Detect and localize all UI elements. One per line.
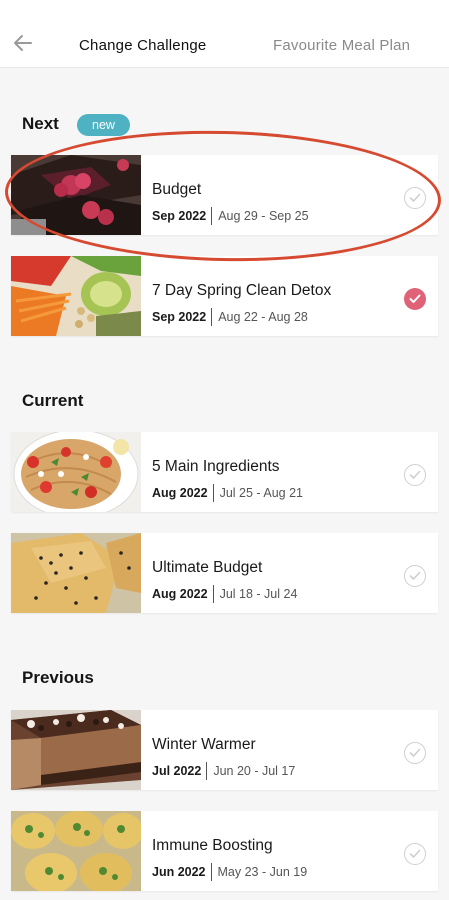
back-arrow-icon	[14, 35, 32, 51]
new-badge: new	[77, 114, 130, 136]
card-meta: Sep 2022 Aug 22 - Aug 28	[152, 308, 308, 326]
card-title: 5 Main Ingredients	[152, 458, 280, 475]
card-title: 7 Day Spring Clean Detox	[152, 282, 332, 299]
challenge-card-budget[interactable]: Budget Sep 2022 Aug 29 - Sep 25	[11, 155, 438, 235]
card-meta: Aug 2022 Jul 25 - Aug 21	[152, 484, 303, 502]
card-meta: Jun 2022 May 23 - Jun 19	[152, 863, 307, 881]
card-title: Budget	[152, 181, 202, 198]
meta-divider	[211, 207, 213, 225]
card-month: Aug 2022	[152, 587, 208, 601]
challenge-card-ultimate-budget[interactable]: Ultimate Budget Aug 2022 Jul 18 - Jul 24	[11, 533, 438, 613]
card-date-range: Jul 18 - Jul 24	[219, 587, 298, 601]
section-title-current: Current	[22, 391, 84, 410]
check-filled-icon[interactable]	[404, 288, 426, 310]
meta-divider	[210, 863, 212, 881]
tab-change-challenge[interactable]: Change Challenge	[79, 37, 206, 54]
section-title-next: Next	[22, 114, 59, 133]
card-month: Jul 2022	[152, 764, 202, 778]
meta-divider	[212, 585, 214, 603]
section-title-previous: Previous	[22, 668, 94, 687]
card-date-range: May 23 - Jun 19	[217, 865, 308, 879]
check-circle-icon[interactable]	[404, 464, 426, 486]
challenge-card-winter-warmer[interactable]: Winter Warmer Jul 2022 Jun 20 - Jul 17	[11, 710, 438, 790]
card-title: Immune Boosting	[152, 837, 273, 854]
card-date-range: Jun 20 - Jul 17	[213, 764, 296, 778]
chocolate-cheesecake-thumbnail	[11, 710, 141, 790]
card-month: Sep 2022	[152, 209, 207, 223]
card-month: Aug 2022	[152, 486, 208, 500]
card-date-range: Aug 29 - Sep 25	[218, 209, 309, 223]
meta-divider	[212, 484, 214, 502]
card-meta: Aug 2022 Jul 18 - Jul 24	[152, 585, 297, 603]
challenge-card-five-main-ingredients[interactable]: 5 Main Ingredients Aug 2022 Jul 25 - Aug…	[11, 432, 438, 512]
check-circle-icon[interactable]	[404, 565, 426, 587]
back-button[interactable]	[10, 30, 36, 56]
challenge-card-spring-clean-detox[interactable]: 7 Day Spring Clean Detox Sep 2022 Aug 22…	[11, 256, 438, 336]
card-meta: Sep 2022 Aug 29 - Sep 25	[152, 207, 309, 225]
card-date-range: Jul 25 - Aug 21	[219, 486, 303, 500]
egg-cups-thumbnail	[11, 811, 141, 891]
card-title: Ultimate Budget	[152, 559, 263, 576]
card-meta: Jul 2022 Jun 20 - Jul 17	[152, 762, 295, 780]
top-navigation: Change Challenge Favourite Meal Plan	[0, 0, 449, 68]
card-title: Winter Warmer	[152, 736, 256, 753]
card-date-range: Aug 22 - Aug 28	[218, 310, 308, 324]
card-month: Sep 2022	[152, 310, 207, 324]
pasta-plate-thumbnail	[11, 432, 141, 512]
raspberry-bars-thumbnail	[11, 155, 141, 235]
check-circle-icon[interactable]	[404, 742, 426, 764]
tab-favourite-meal-plan[interactable]: Favourite Meal Plan	[273, 37, 410, 54]
challenge-card-immune-boosting[interactable]: Immune Boosting Jun 2022 May 23 - Jun 19	[11, 811, 438, 891]
check-circle-icon[interactable]	[404, 187, 426, 209]
check-circle-icon[interactable]	[404, 843, 426, 865]
salad-bowl-thumbnail	[11, 256, 141, 336]
meta-divider	[206, 762, 208, 780]
card-month: Jun 2022	[152, 865, 206, 879]
sesame-rolls-thumbnail	[11, 533, 141, 613]
meal-plan-screen: Change Challenge Favourite Meal Plan Nex…	[0, 0, 449, 900]
meta-divider	[211, 308, 213, 326]
